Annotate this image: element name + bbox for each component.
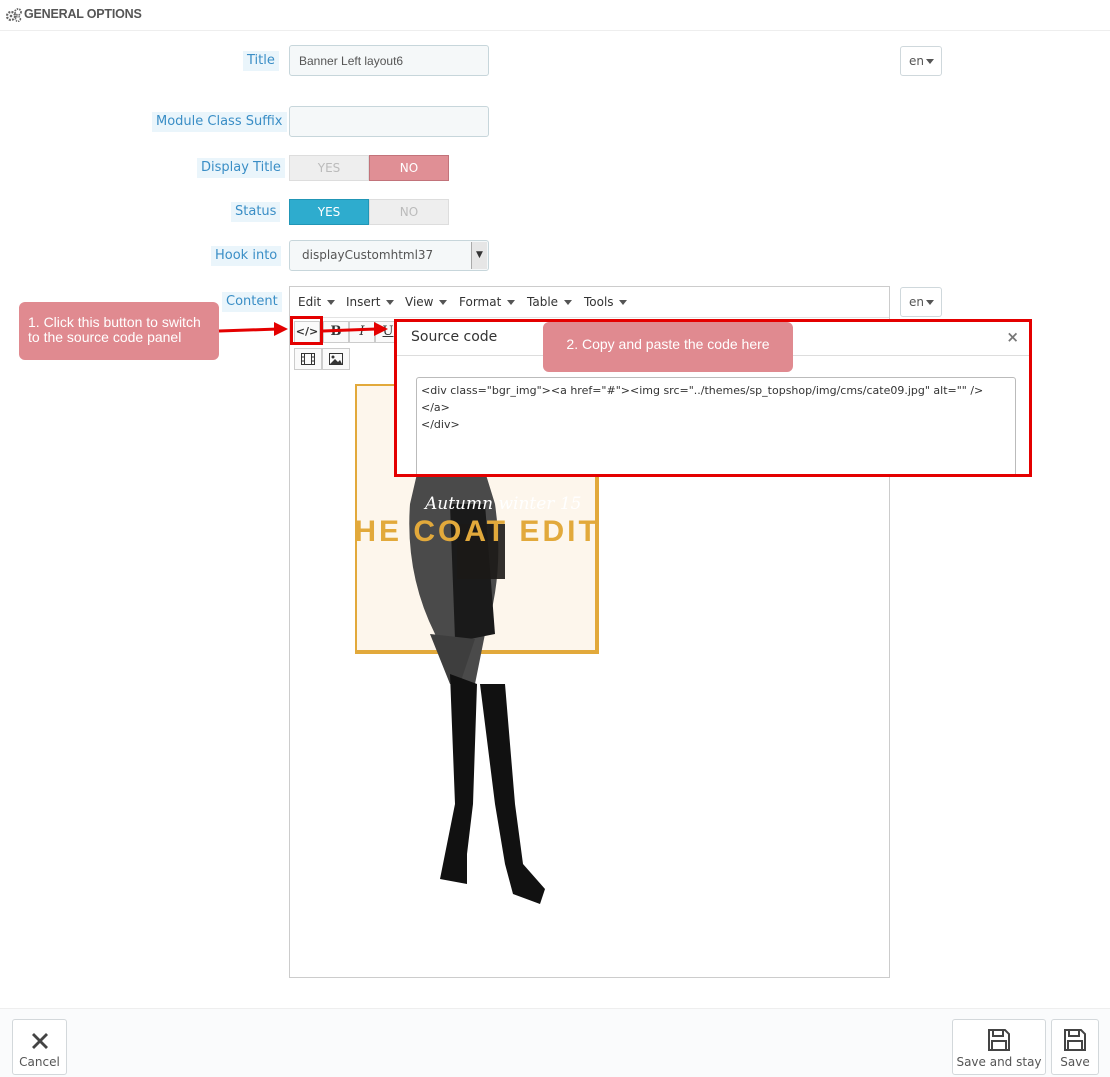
cancel-button[interactable]: Cancel: [12, 1019, 67, 1075]
close-icon: [31, 1033, 48, 1049]
save-and-stay-button[interactable]: Save and stay: [952, 1019, 1046, 1075]
save-button[interactable]: Save: [1051, 1019, 1099, 1075]
form-footer: Cancel Save and stay Save: [0, 1008, 1110, 1077]
save-icon: [988, 1029, 1010, 1051]
arrow-annotation: [218, 322, 388, 336]
save-icon: [1064, 1029, 1086, 1051]
